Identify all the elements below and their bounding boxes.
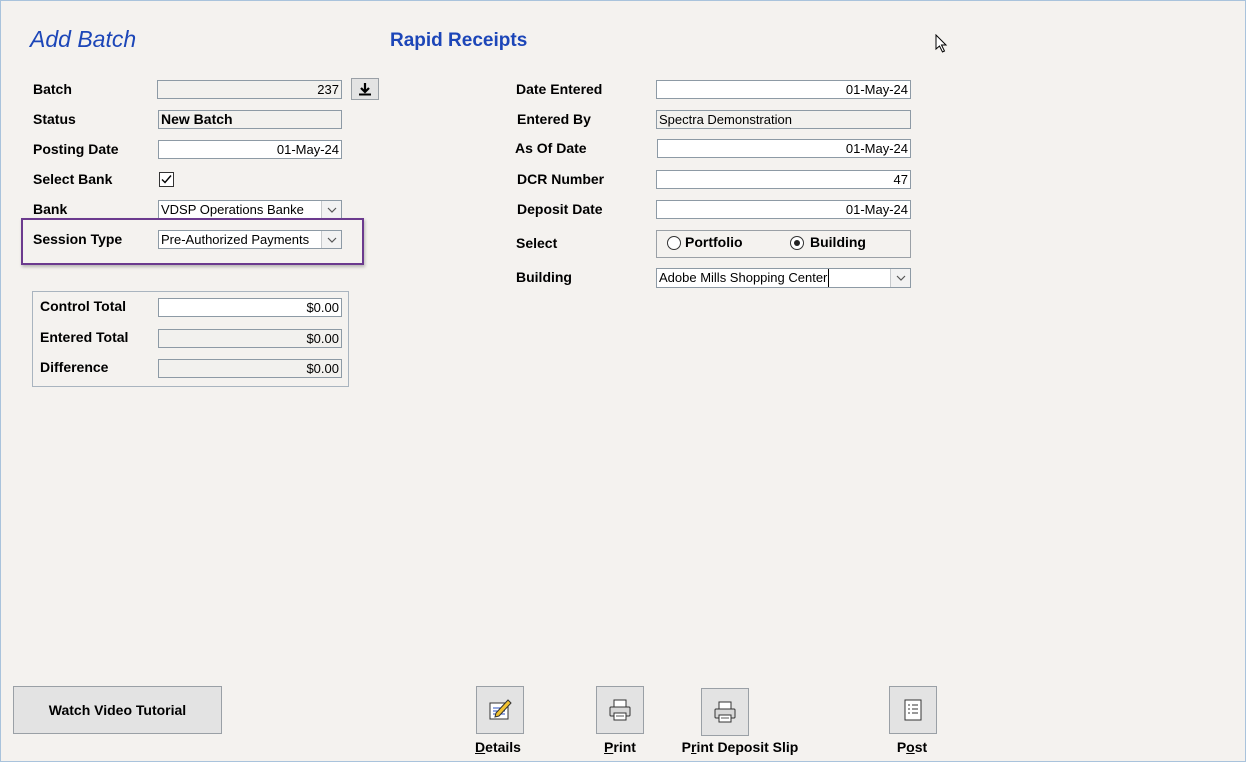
batch-download-button[interactable] xyxy=(351,78,379,100)
deposit-date-label: Deposit Date xyxy=(517,201,603,217)
entered-total-field: $0.00 xyxy=(158,329,342,348)
chevron-down-icon[interactable] xyxy=(321,231,341,248)
print-button[interactable] xyxy=(596,686,644,734)
session-type-value: Pre-Authorized Payments xyxy=(161,232,310,247)
status-label: Status xyxy=(33,111,76,127)
date-entered-label: Date Entered xyxy=(516,81,603,97)
page-title: Add Batch xyxy=(30,26,137,52)
bank-dropdown[interactable]: VDSP Operations Banke xyxy=(158,200,342,219)
details-caption[interactable]: Details xyxy=(466,739,530,755)
batch-label: Batch xyxy=(33,81,72,97)
posting-date-label: Posting Date xyxy=(33,141,119,157)
page-subtitle: Rapid Receipts xyxy=(390,30,528,51)
batch-field: 237 xyxy=(157,80,342,99)
portfolio-radio[interactable] xyxy=(667,236,681,250)
posting-date-field[interactable]: 01-May-24 xyxy=(158,140,342,159)
building-radio-label[interactable]: Building xyxy=(810,234,866,250)
select-bank-label: Select Bank xyxy=(33,171,113,187)
date-entered-field[interactable]: 01-May-24 xyxy=(656,80,911,99)
building-radio[interactable] xyxy=(790,236,804,250)
chevron-down-icon[interactable] xyxy=(890,269,910,287)
building-dropdown[interactable]: Adobe Mills Shopping Center xyxy=(656,268,911,288)
details-button[interactable] xyxy=(476,686,524,734)
building-value: Adobe Mills Shopping Center xyxy=(659,269,830,287)
post-button[interactable] xyxy=(889,686,937,734)
deposit-date-field[interactable]: 01-May-24 xyxy=(656,200,911,219)
download-arrow-icon xyxy=(359,83,371,96)
as-of-date-field[interactable]: 01-May-24 xyxy=(657,139,911,158)
session-type-label: Session Type xyxy=(33,231,123,247)
control-total-field[interactable]: $0.00 xyxy=(158,298,342,317)
print-caption[interactable]: Print xyxy=(588,739,652,755)
chevron-down-icon[interactable] xyxy=(321,201,341,218)
watch-video-tutorial-button[interactable]: Watch Video Tutorial xyxy=(13,686,222,734)
bank-value: VDSP Operations Banke xyxy=(161,202,304,217)
details-edit-icon xyxy=(489,699,512,720)
building-label: Building xyxy=(516,269,572,285)
control-total-label: Control Total xyxy=(40,298,127,314)
post-list-icon xyxy=(904,699,922,721)
printer-icon xyxy=(609,699,631,721)
mouse-cursor-icon xyxy=(935,34,948,53)
print-deposit-slip-caption[interactable]: Print Deposit Slip xyxy=(672,739,808,755)
print-deposit-slip-button[interactable] xyxy=(701,688,749,736)
entered-by-label: Entered By xyxy=(517,111,591,127)
entered-total-label: Entered Total xyxy=(40,329,129,345)
entered-by-field: Spectra Demonstration xyxy=(656,110,911,129)
as-of-date-label: As Of Date xyxy=(515,140,587,156)
status-field: New Batch xyxy=(158,110,342,129)
difference-field: $0.00 xyxy=(158,359,342,378)
printer-icon xyxy=(714,701,736,723)
checkmark-icon xyxy=(161,175,172,184)
select-label: Select xyxy=(516,235,558,251)
post-caption[interactable]: Post xyxy=(880,739,944,755)
bank-label: Bank xyxy=(33,201,68,217)
difference-label: Difference xyxy=(40,359,109,375)
session-type-dropdown[interactable]: Pre-Authorized Payments xyxy=(158,230,342,249)
select-bank-checkbox[interactable] xyxy=(159,172,174,187)
dcr-number-field[interactable]: 47 xyxy=(656,170,911,189)
dcr-number-label: DCR Number xyxy=(517,171,605,187)
portfolio-radio-label[interactable]: Portfolio xyxy=(685,234,743,250)
